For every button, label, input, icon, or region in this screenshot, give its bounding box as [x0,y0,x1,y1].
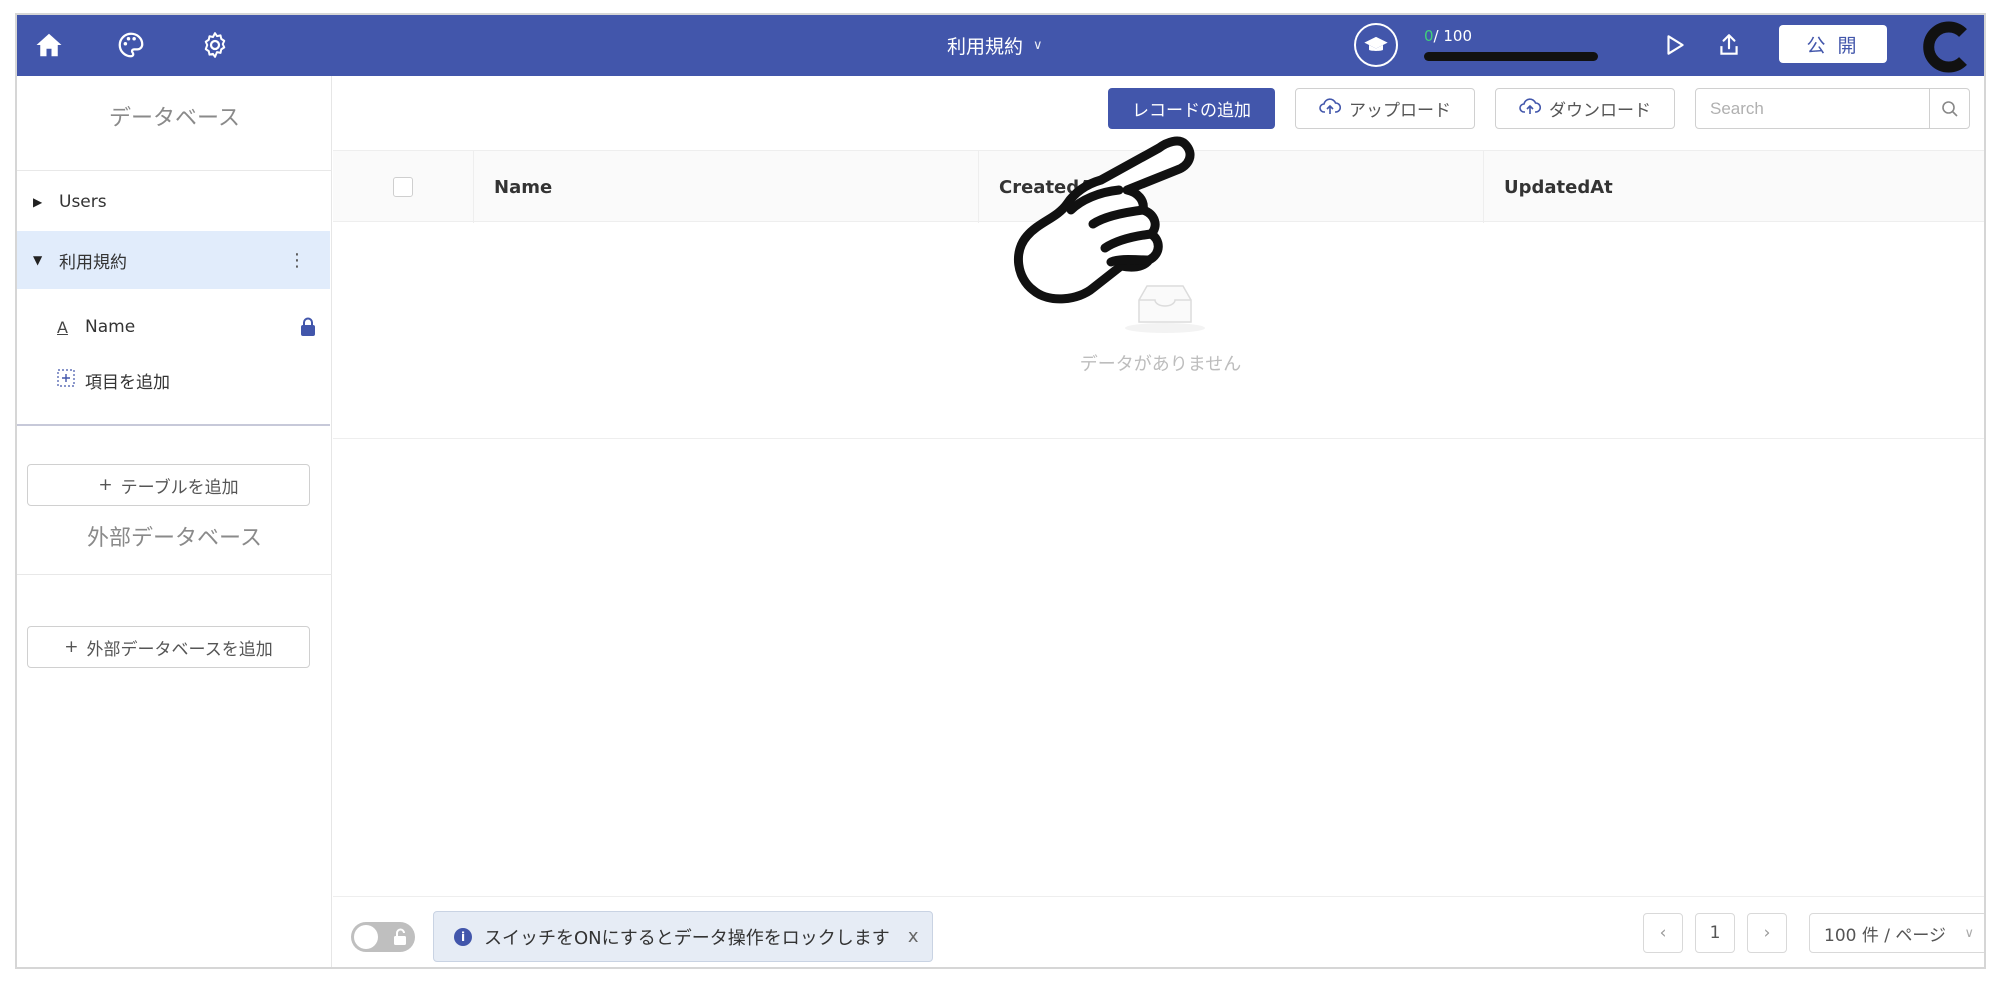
page-title: 利用規約 [947,36,1024,58]
chevron-left-icon: ‹ [1659,923,1667,943]
add-field-icon [57,369,85,391]
add-external-label: 外部データベースを追加 [86,639,273,660]
palette-icon[interactable] [113,27,149,63]
upload-label: アップロード [1349,101,1451,121]
add-external-database-button[interactable]: + 外部データベースを追加 [27,626,310,668]
add-table-button[interactable]: + テーブルを追加 [27,464,310,506]
add-table-label: テーブルを追加 [120,477,239,498]
divider [17,170,332,171]
field-item-name[interactable]: A Name [57,309,317,345]
search-input[interactable] [1696,89,1926,128]
search-icon[interactable] [1929,89,1969,128]
page-number-button[interactable]: 1 [1695,913,1735,953]
sidebar-item-users[interactable]: ▶ Users [17,173,330,231]
prev-page-button[interactable]: ‹ [1643,913,1683,953]
chevron-down-icon: ∨ [1033,38,1043,53]
download-label: ダウンロード [1549,101,1651,121]
plus-icon: + [64,637,79,657]
add-record-button[interactable]: レコードの追加 [1108,88,1275,129]
notice-text: スイッチをONにするとデータ操作をロックします [484,927,890,949]
divider [17,424,330,426]
main-content: レコードの追加 アップロード ダウンロード Name CreatedAt [333,76,1984,967]
pointing-hand-icon [1009,132,1199,316]
sidebar: データベース ▶ Users ▼ 利用規約 ⋮ A Name 項目を追加 + テ… [17,76,332,967]
share-upload-icon[interactable] [1711,27,1747,63]
unlock-icon [393,928,407,950]
external-database-title: 外部データベース [87,526,262,551]
cloud-download-icon [1519,97,1542,120]
column-header-updatedat[interactable]: UpdatedAt [1483,151,1984,223]
page-size-select[interactable]: 100 件 / ページ ∨ [1809,913,1984,953]
app-logo [1917,19,1973,75]
lock-notice-banner: i スイッチをONにするとデータ操作をロックします x [433,911,933,962]
search-box [1695,88,1970,129]
select-all-cell [333,151,473,223]
select-all-checkbox[interactable] [393,177,413,197]
table-label: Users [59,192,107,212]
sidebar-item-terms[interactable]: ▼ 利用規約 ⋮ [17,231,330,289]
download-button[interactable]: ダウンロード [1495,88,1675,129]
publish-button[interactable]: 公 開 [1779,25,1887,63]
field-label: Name [85,317,136,337]
upload-button[interactable]: アップロード [1295,88,1475,129]
lock-icon [299,317,317,342]
page-size-label: 100 件 / ページ [1824,925,1947,946]
graduation-cap-icon[interactable] [1354,23,1398,67]
progress-current: 0 [1424,27,1434,45]
progress-label: 0/ 100 [1424,27,1472,45]
toggle-knob [354,925,378,949]
divider [17,574,332,575]
next-page-button[interactable]: › [1747,913,1787,953]
column-header-name[interactable]: Name [473,151,978,223]
add-field-item[interactable]: 項目を追加 [57,362,317,398]
progress-total: / 100 [1433,27,1472,45]
chevron-down-icon: ∨ [1964,925,1974,941]
close-icon[interactable]: x [908,926,919,947]
field-label: 項目を追加 [85,372,170,393]
home-icon[interactable] [31,27,67,63]
progress-bar [1424,52,1598,61]
settings-gear-icon[interactable] [197,27,233,63]
lock-toggle-switch[interactable] [351,922,415,952]
current-table-dropdown[interactable]: 利用規約 ∨ [947,32,1043,59]
top-bar: 利用規約 ∨ 0/ 100 公 開 [17,15,1984,76]
chevron-right-icon: › [1763,923,1771,943]
table-footer: i スイッチをONにするとデータ操作をロックします x ‹ 1 › 100 件 … [333,896,1984,967]
empty-message: データがありません [1079,354,1242,375]
play-icon[interactable] [1657,27,1693,63]
caret-right-icon: ▶ [33,195,43,209]
cloud-upload-icon [1319,97,1342,120]
info-icon: i [454,927,472,946]
text-field-icon: A [57,317,68,337]
caret-down-icon: ▼ [33,253,43,267]
table-label: 利用規約 [59,252,127,273]
more-vertical-icon[interactable]: ⋮ [288,250,306,271]
app-window: 利用規約 ∨ 0/ 100 公 開 データベース ▶ Users ▼ 利用規約 … [15,13,1986,969]
database-section-title: データベース [109,106,240,131]
plus-icon: + [98,475,113,495]
